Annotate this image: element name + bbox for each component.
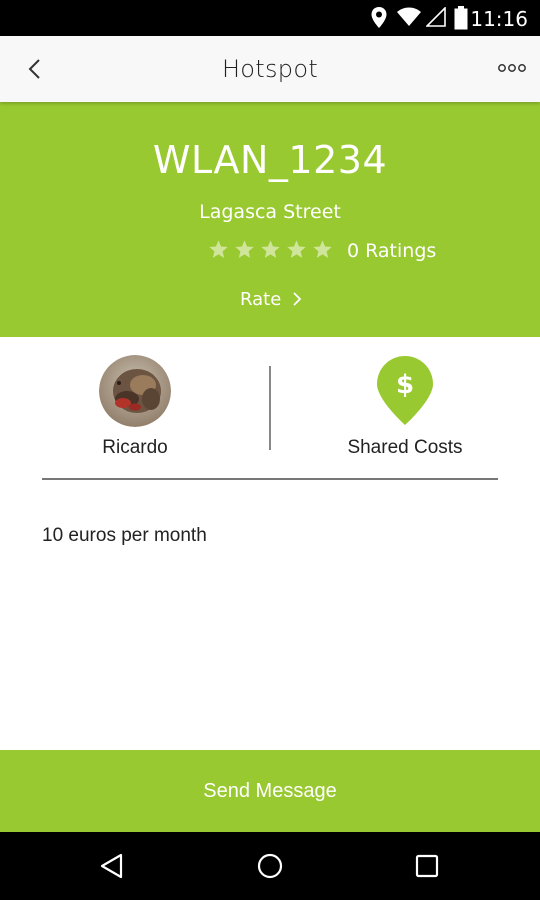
star-icon	[287, 240, 306, 258]
rating-stars	[208, 239, 333, 263]
star-icon	[235, 240, 254, 258]
location-icon	[371, 7, 387, 28]
svg-text:$: $	[396, 370, 414, 400]
hotspot-street: Lagasca Street	[199, 201, 341, 223]
user-avatar	[99, 355, 171, 427]
cost-label: Shared Costs	[347, 437, 463, 458]
clock: 11:16	[470, 7, 528, 31]
ratings-count: 0 Ratings	[347, 240, 437, 262]
rate-label: Rate	[240, 288, 282, 310]
signal-icon	[426, 7, 446, 27]
star-icon	[313, 240, 332, 258]
battery-icon	[454, 6, 468, 30]
wifi-icon	[397, 7, 421, 26]
home-circle-icon[interactable]	[254, 850, 286, 882]
rate-link[interactable]: Rate	[240, 286, 303, 312]
more-dots-icon[interactable]	[498, 58, 526, 78]
hotspot-ssid: WLAN_1234	[152, 138, 388, 182]
star-icon	[209, 240, 228, 258]
back-triangle-icon[interactable]	[97, 850, 129, 882]
star-icon	[261, 240, 280, 258]
status-bar: 11:16	[0, 0, 540, 36]
cost-type: $ Shared Costs	[330, 355, 480, 459]
horizontal-divider	[42, 478, 498, 480]
page-title: Hotspot	[221, 55, 319, 83]
hotspot-header: WLAN_1234 Lagasca Street 0 Ratings Rate	[0, 102, 540, 337]
cost-description: 10 euros per month	[42, 525, 207, 546]
navigation-bar	[0, 832, 540, 900]
send-message-button[interactable]: Send Message	[0, 750, 540, 832]
recents-square-icon[interactable]	[411, 850, 443, 882]
chevron-right-icon	[293, 292, 302, 306]
owner-name: Ricardo	[102, 437, 168, 458]
dollar-pin-icon: $	[377, 356, 433, 425]
app-bar: Hotspot	[0, 36, 540, 102]
owner-profile[interactable]: Ricardo	[80, 355, 190, 459]
vertical-divider	[269, 366, 271, 450]
